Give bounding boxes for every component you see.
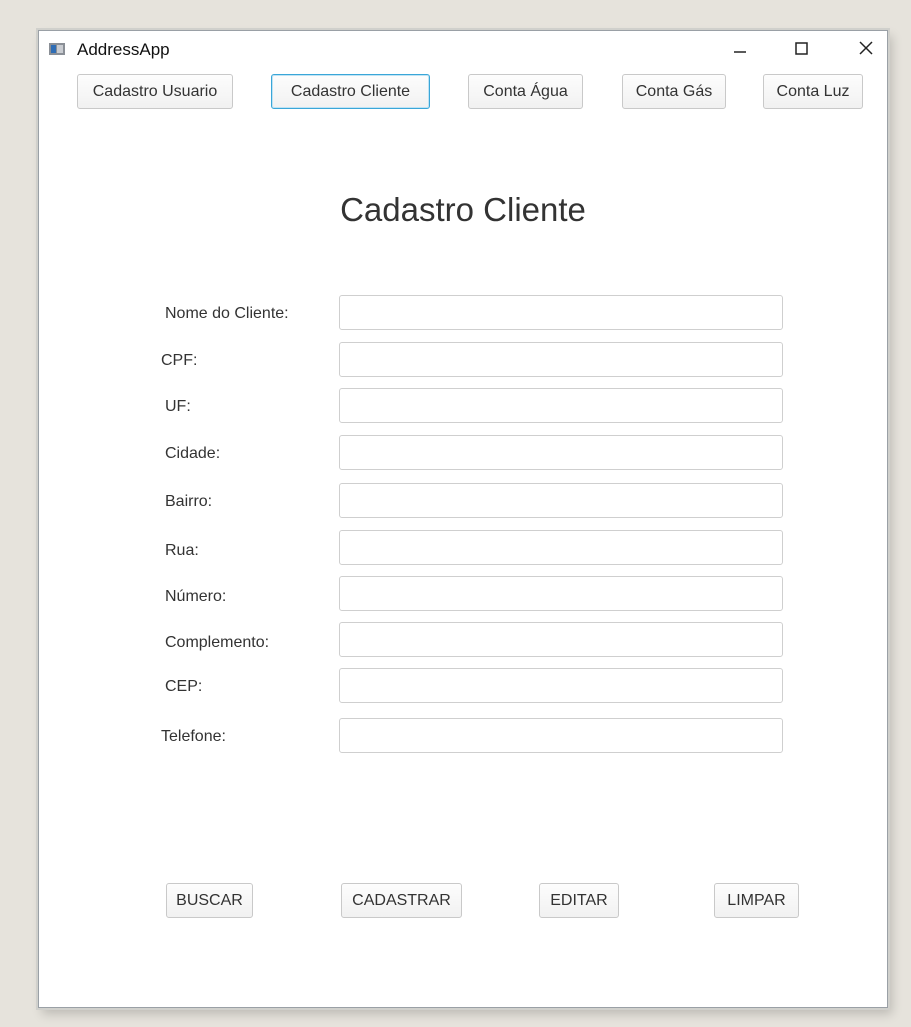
tab-conta-gas[interactable]: Conta Gás — [622, 74, 726, 109]
maximize-icon — [795, 42, 808, 55]
maximize-button[interactable] — [779, 31, 825, 65]
label-complemento: Complemento: — [165, 634, 270, 651]
tab-conta-agua[interactable]: Conta Água — [468, 74, 583, 109]
minimize-button[interactable] — [717, 31, 763, 65]
app-icon — [49, 43, 65, 55]
nome-cliente-field[interactable] — [339, 295, 783, 330]
cidade-field[interactable] — [339, 435, 783, 470]
close-icon — [859, 41, 873, 55]
limpar-button[interactable]: LIMPAR — [714, 883, 799, 918]
uf-field[interactable] — [339, 388, 783, 423]
telefone-field[interactable] — [339, 718, 783, 753]
complemento-field[interactable] — [339, 622, 783, 657]
cep-field[interactable] — [339, 668, 783, 703]
label-rua: Rua: — [165, 542, 199, 559]
rua-field[interactable] — [339, 530, 783, 565]
label-nome-cliente: Nome do Cliente: — [165, 305, 289, 322]
app-window: AddressApp Cadastro Usuario Cadastro Cli… — [38, 30, 888, 1008]
label-bairro: Bairro: — [165, 493, 213, 510]
label-numero: Número: — [165, 588, 227, 605]
buscar-button[interactable]: BUSCAR — [166, 883, 253, 918]
title-bar[interactable]: AddressApp — [39, 31, 887, 69]
window-title: AddressApp — [77, 40, 170, 59]
editar-button[interactable]: EDITAR — [539, 883, 619, 918]
close-button[interactable] — [843, 31, 889, 65]
cpf-field[interactable] — [339, 342, 783, 377]
label-cep: CEP: — [165, 678, 203, 695]
page-title: Cadastro Cliente — [340, 191, 586, 228]
tab-cadastro-cliente[interactable]: Cadastro Cliente — [271, 74, 430, 109]
label-uf: UF: — [165, 398, 191, 415]
tab-cadastro-usuario[interactable]: Cadastro Usuario — [77, 74, 233, 109]
cadastrar-button[interactable]: CADASTRAR — [341, 883, 462, 918]
label-cpf: CPF: — [161, 352, 198, 369]
label-cidade: Cidade: — [165, 445, 221, 462]
bairro-field[interactable] — [339, 483, 783, 518]
label-telefone: Telefone: — [161, 728, 226, 745]
numero-field[interactable] — [339, 576, 783, 611]
tab-conta-luz[interactable]: Conta Luz — [763, 74, 863, 109]
minimize-icon — [734, 51, 746, 53]
